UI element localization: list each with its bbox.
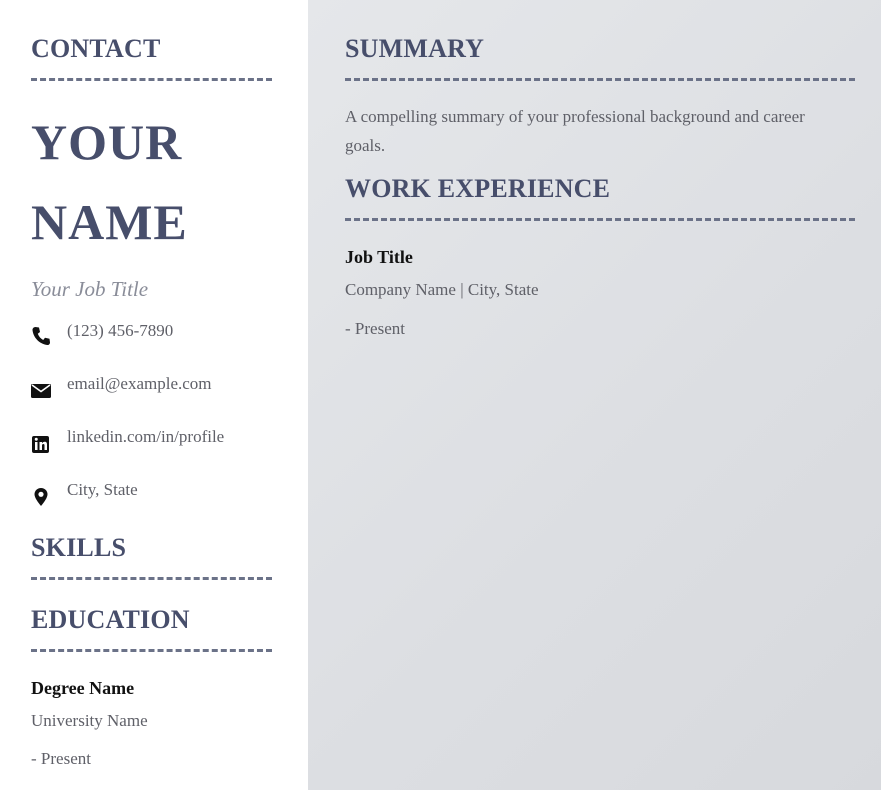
skills-divider [31,577,272,580]
summary-text: A compelling summary of your professiona… [345,107,805,155]
location-text: City, State [67,480,138,499]
contact-phone: (123) 456-7890 [31,321,291,347]
contact-location: City, State [31,480,291,506]
contact-heading: CONTACT [31,34,161,63]
degree-name: Degree Name [31,678,135,698]
envelope-icon [31,378,51,400]
job-entry-title: Job Title [345,247,413,267]
skills-heading: SKILLS [31,533,127,562]
email-text: email@example.com [67,374,212,393]
job-dates: - Present [345,319,405,338]
name-second-line: NAME [31,194,188,250]
contact-divider [31,78,272,81]
sidebar: CONTACT YOUR NAME Your Job Title (123) 4… [0,0,308,790]
linkedin-text: linkedin.com/in/profile [67,427,225,446]
summary-heading: SUMMARY [345,34,485,63]
work-experience-divider [345,218,855,221]
phone-text: (123) 456-7890 [67,321,174,340]
job-company-line: Company Name | City, State [345,280,539,299]
summary-divider [345,78,855,81]
job-title: Your Job Title [31,277,149,301]
education-heading: EDUCATION [31,605,190,634]
contact-linkedin: linkedin.com/in/profile [31,427,291,453]
phone-icon [31,325,51,347]
education-divider [31,649,272,652]
work-experience-heading: WORK EXPERIENCE [345,174,611,203]
education-dates: - Present [31,749,91,768]
contact-email: email@example.com [31,374,291,400]
map-pin-icon [31,484,51,506]
name-first-line: YOUR [31,114,183,170]
linkedin-icon [31,431,51,453]
university-name: University Name [31,711,148,730]
